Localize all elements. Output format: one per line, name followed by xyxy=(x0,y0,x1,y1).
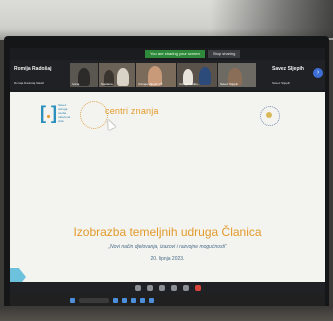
participant-caption: Svetlana xyxy=(101,82,113,86)
participant-silhouette xyxy=(199,67,211,85)
participant-tile[interactable]: Udruga Zlatko... xyxy=(177,63,217,87)
org-logo-text: Savez udruga osoba oštećena vida xyxy=(58,103,70,123)
participant-silhouette xyxy=(117,68,129,86)
sharing-indicator: You are sharing your screen xyxy=(145,50,205,58)
microphone-icon[interactable] xyxy=(170,285,177,291)
taskbar-app-icon[interactable] xyxy=(140,297,145,303)
mouse-cursor-icon xyxy=(104,117,116,131)
taskbar-search[interactable] xyxy=(79,297,109,303)
participant-name-left: Romija Radošaj xyxy=(14,66,52,72)
participant-sub-left: Romija Radošaj Sladić xyxy=(14,81,45,85)
next-participants-icon[interactable]: › xyxy=(313,68,323,78)
participant-caption: Udruga Zlatko... xyxy=(179,82,201,86)
taskbar-app-icon[interactable] xyxy=(122,297,127,303)
stop-sharing-button[interactable]: Stop sharing xyxy=(207,50,241,58)
participant-tile[interactable]: Savez Sljepih xyxy=(218,63,256,87)
hang-up-icon[interactable] xyxy=(194,285,201,291)
share-icon[interactable] xyxy=(182,285,189,291)
start-icon[interactable] xyxy=(70,297,75,303)
logo-dot-icon xyxy=(47,115,50,118)
desk-surface xyxy=(0,306,333,321)
shared-presentation-slide: [ ] Savez udruga osoba oštećena vida cen… xyxy=(10,92,325,282)
participant-sub-right: Savez Sljepih xyxy=(272,81,291,85)
participant-caption: Udruga slijepih VŽ xyxy=(138,82,163,86)
decorative-arrow-icon xyxy=(10,268,26,282)
taskbar-app-icon[interactable] xyxy=(131,297,136,303)
participant-tile[interactable]: Ivana xyxy=(70,63,98,87)
brand-ring-icon xyxy=(80,101,108,129)
participant-strip: Romija Radošaj Romija Radošaj Sladić Iva… xyxy=(10,60,325,90)
org-logo-icon: [ ] xyxy=(40,103,57,123)
meeting-controls xyxy=(10,282,325,294)
participant-caption: Savez Sljepih xyxy=(220,82,239,86)
participant-name-right: Savez Sljepih xyxy=(272,66,304,72)
participant-tile[interactable]: Udruga slijepih VŽ xyxy=(136,63,176,87)
monitor-screen: You are sharing your screen Stop sharing… xyxy=(10,48,325,306)
participant-silhouette xyxy=(78,68,90,86)
slide-title: Izobrazba temeljnih udruga Članica xyxy=(73,225,262,239)
camera-icon[interactable] xyxy=(158,285,165,291)
wall-shadow xyxy=(210,0,333,38)
chat-icon[interactable] xyxy=(146,285,153,291)
slide-date: 20. lipnja 2023. xyxy=(150,256,185,262)
emblem-core-icon xyxy=(266,112,272,118)
taskbar-app-icon[interactable] xyxy=(113,297,118,303)
brand-name: centri znanja xyxy=(105,106,159,116)
participant-caption: Ivana xyxy=(72,82,80,86)
participant-tile[interactable]: Svetlana xyxy=(99,63,135,87)
taskbar-app-icon[interactable] xyxy=(149,297,154,303)
org-line: vida xyxy=(58,119,64,123)
screen-share-bar: You are sharing your screen Stop sharing xyxy=(145,50,241,58)
people-icon[interactable] xyxy=(134,285,141,291)
os-taskbar xyxy=(10,294,325,306)
slide-subtitle: „Novi način djelovanja, izazovi i razvoj… xyxy=(108,244,227,250)
